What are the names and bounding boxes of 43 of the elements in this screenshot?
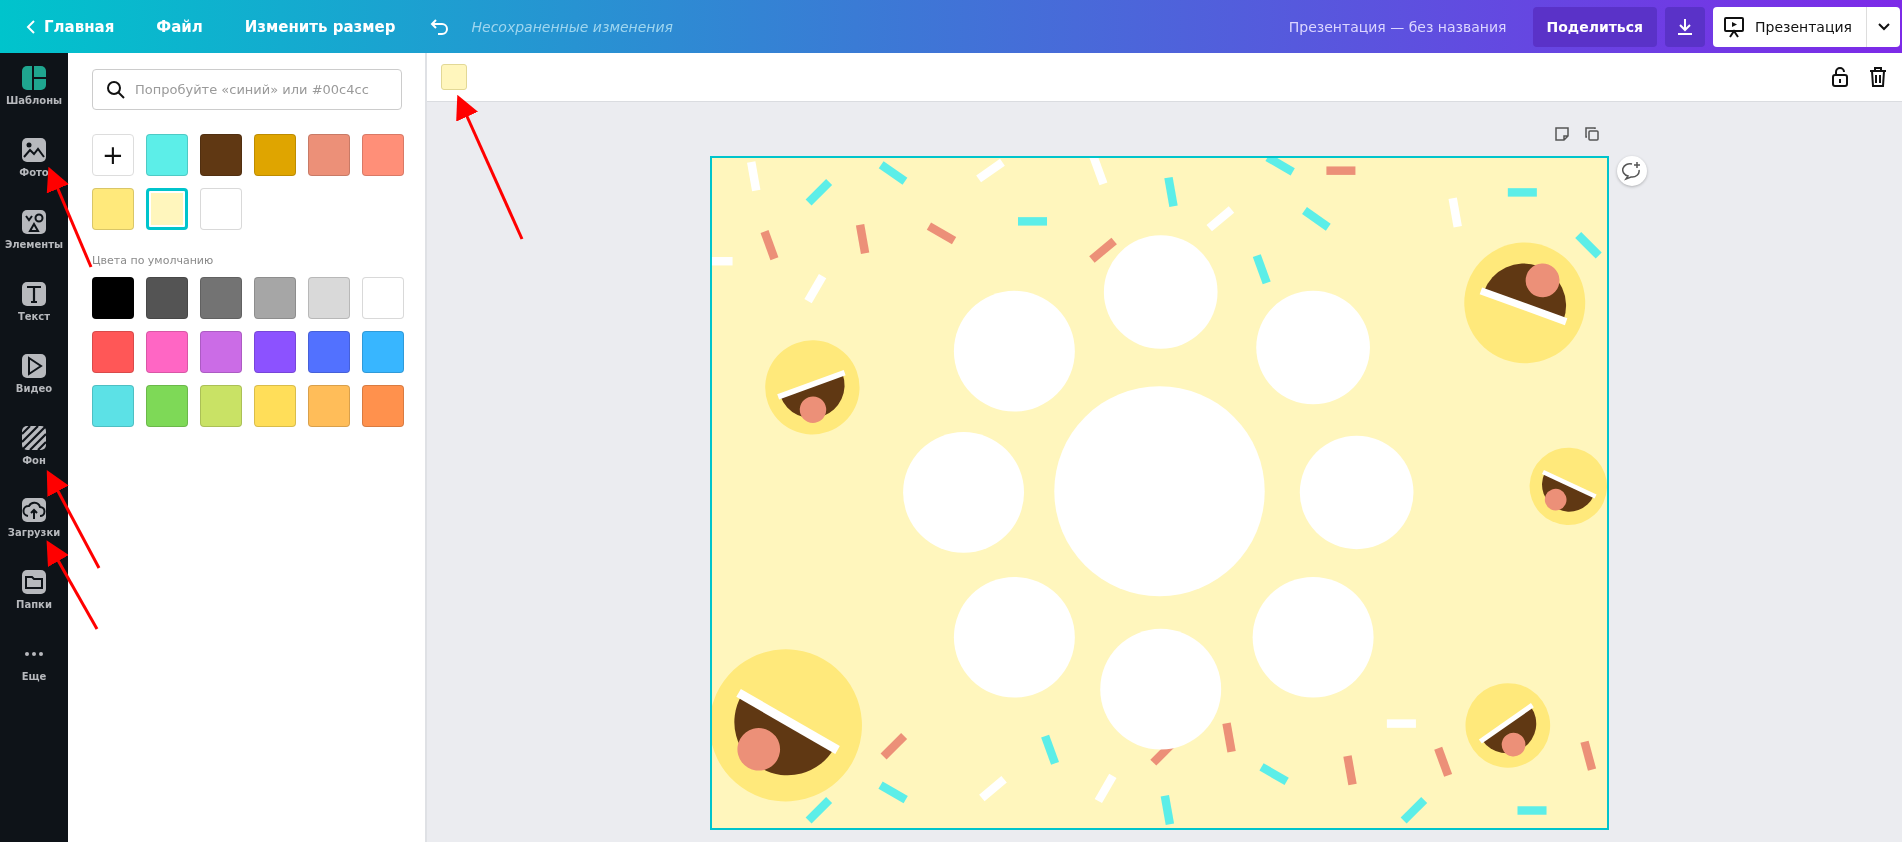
shapes-icon <box>21 209 47 235</box>
play-icon <box>21 353 47 379</box>
color-swatch[interactable] <box>146 188 188 230</box>
cloud-upload-icon <box>21 497 47 523</box>
presentation-icon <box>1722 15 1745 38</box>
download-icon <box>1675 17 1694 36</box>
stripes-icon <box>21 425 47 451</box>
search-field[interactable]: Попробуйте «синий» или #00c4cc <box>92 69 402 110</box>
layout-icon <box>21 65 47 91</box>
unlock-icon <box>1830 66 1850 88</box>
folder-icon <box>21 569 47 595</box>
note-icon <box>1554 126 1570 142</box>
section-title: Цвета по умолчанию <box>92 254 215 267</box>
download-button[interactable] <box>1664 6 1705 47</box>
present-options-button[interactable] <box>1866 6 1900 47</box>
present-button[interactable]: Презентация <box>1712 6 1866 47</box>
search-icon <box>106 80 126 100</box>
sidebar-item[interactable]: Еще <box>0 641 68 713</box>
sidebar-item[interactable]: Фон <box>0 425 68 497</box>
copy-icon <box>1584 126 1600 142</box>
share-button[interactable]: Поделиться <box>1532 6 1657 47</box>
sidebar-item[interactable]: Папки <box>0 569 68 641</box>
back-icon <box>26 18 36 35</box>
note-button[interactable] <box>1554 126 1570 142</box>
undo-icon <box>429 17 450 36</box>
sidebar-item[interactable]: Элементы <box>0 209 68 281</box>
sidebar-item[interactable]: Фото <box>0 137 68 209</box>
duplicate-button[interactable] <box>1584 126 1600 142</box>
image-icon <box>21 137 47 163</box>
comment-icon <box>1622 161 1642 181</box>
caret-icon <box>1877 22 1890 31</box>
document-title[interactable]: Презентация — без названия <box>1288 18 1507 35</box>
add-color-button[interactable]: + <box>92 134 134 176</box>
text-icon <box>21 281 47 307</box>
sidebar-item[interactable]: Загрузки <box>0 497 68 569</box>
sidebar-item[interactable]: Шаблоны <box>0 65 68 137</box>
sidebar-item[interactable]: Видео <box>0 353 68 425</box>
trash-icon <box>1868 66 1888 88</box>
background-color-button[interactable] <box>441 64 467 90</box>
sidebar-item[interactable]: Текст <box>0 281 68 353</box>
save-status: Несохраненные изменения <box>471 18 674 35</box>
more-icon <box>25 652 43 656</box>
add-comment-button[interactable] <box>1617 156 1647 186</box>
